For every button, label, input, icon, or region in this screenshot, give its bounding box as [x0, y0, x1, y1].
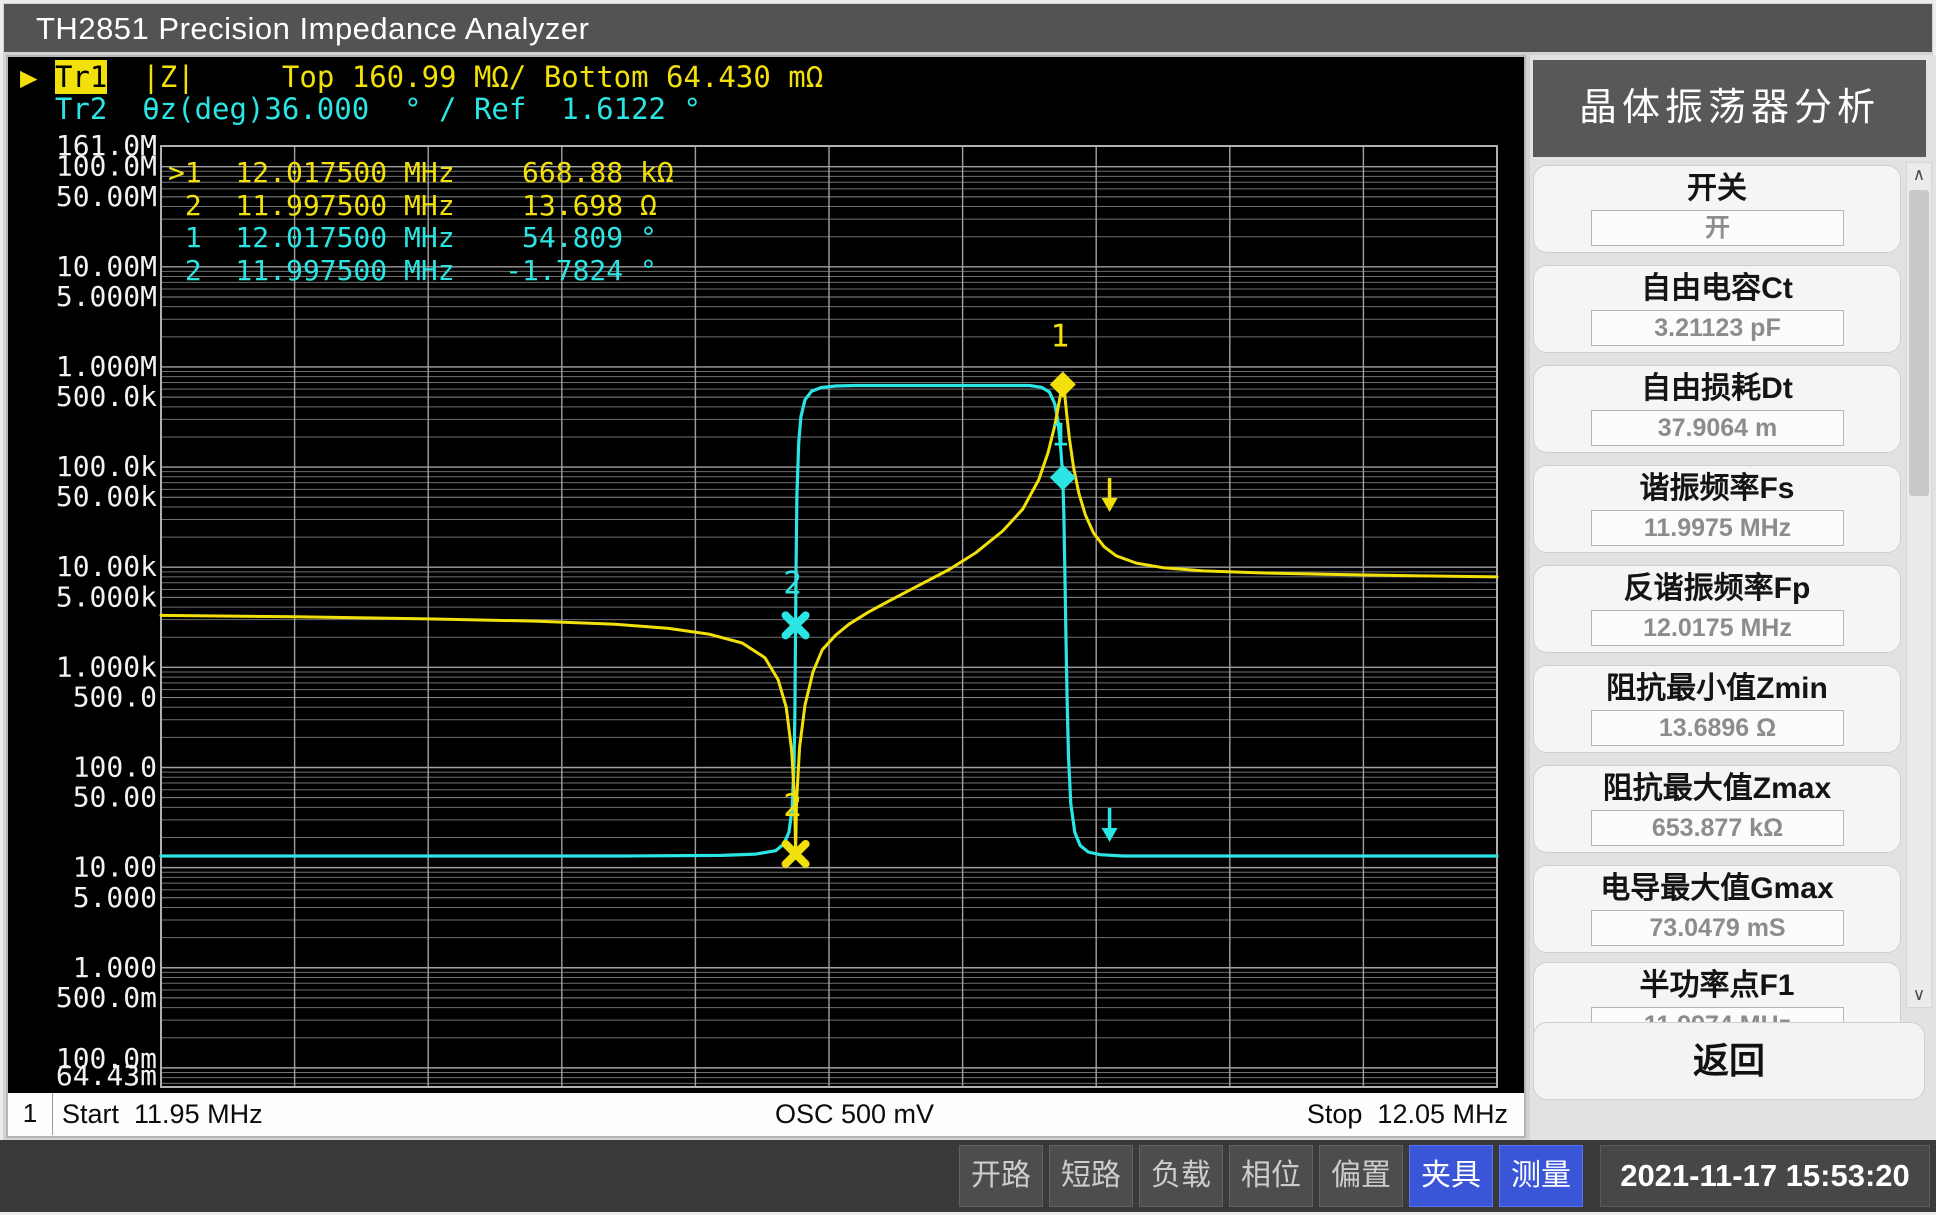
menu-card-label: 谐振频率Fs [1534, 469, 1900, 509]
menu-card-switch[interactable]: 开关开 [1533, 165, 1901, 253]
y-axis-tick-label: 100.0 [73, 750, 157, 783]
y-axis-tick-label: 1.000M [56, 350, 157, 383]
menu-card-value: 3.21123 pF [1591, 310, 1844, 346]
menu-card-conductance-max-gmax[interactable]: 电导最大值Gmax73.0479 mS [1533, 865, 1901, 953]
trace1-scale-text: |Z| Top 160.99 MΩ/ Bottom 64.430 mΩ [107, 60, 823, 94]
marker-readout: >1 12.017500 MHz 668.88 kΩ 2 11.997500 M… [168, 157, 674, 287]
marker-number-label: 2 [783, 788, 802, 824]
menu-card-label: 半功率点F1 [1534, 966, 1900, 1006]
y-axis-tick-label: 500.0m [56, 981, 157, 1014]
marker-search-arrow-icon [1102, 808, 1118, 842]
back-button[interactable]: 返回 [1533, 1022, 1925, 1100]
y-axis-tick-label: 500.0k [56, 380, 157, 413]
y-axis-tick-label: 50.00 [73, 781, 157, 814]
scroll-down-icon[interactable]: ∨ [1907, 983, 1931, 1007]
menu-card-value: 12.0175 MHz [1591, 610, 1844, 646]
channel-indicator: 1 [8, 1093, 53, 1135]
y-axis-tick-label: 10.00k [56, 550, 157, 583]
menu-card-free-capacitance-ct[interactable]: 自由电容Ct3.21123 pF [1533, 265, 1901, 353]
y-axis-tick-label: 5.000 [73, 881, 157, 914]
marker-1-tr1[interactable]: 1 [1050, 318, 1076, 397]
toolbar-button-bias[interactable]: 偏置 [1319, 1145, 1403, 1207]
menu-card-value: 73.0479 mS [1591, 910, 1844, 946]
toolbar-button-load[interactable]: 负载 [1139, 1145, 1223, 1207]
menu-card-value: 开 [1591, 210, 1844, 246]
active-trace-arrow-icon: ▶ [20, 60, 37, 94]
trace2-scale-text: Tr2 θz(deg)36.000 ° / Ref 1.6122 ° [20, 92, 701, 126]
menu-card-label: 阻抗最大值Zmax [1534, 769, 1900, 809]
y-axis-tick-label: 50.00k [56, 480, 157, 513]
menu-card-value: 11.9975 MHz [1591, 510, 1844, 546]
bottom-toolbar: 开路短路负载相位偏置夹具测量 2021-11-17 15:53:20 [0, 1140, 1936, 1212]
window-title: TH2851 Precision Impedance Analyzer [36, 11, 589, 47]
marker-readout-row: 1 12.017500 MHz 54.809 ° [168, 222, 674, 255]
menu-card-label: 自由电容Ct [1534, 269, 1900, 309]
trace1-header[interactable]: ▶ Tr1 |Z| Top 160.99 MΩ/ Bottom 64.430 m… [20, 62, 823, 93]
osc-level-field[interactable]: OSC 500 mV [775, 1093, 934, 1135]
menu-card-label: 自由损耗Dt [1534, 369, 1900, 409]
scrollbar-thumb[interactable] [1909, 190, 1929, 496]
menu-card-label: 反谐振频率Fp [1534, 569, 1900, 609]
y-axis-tick-label: 64.43m [56, 1059, 157, 1092]
menu-card-value: 13.6896 Ω [1591, 710, 1844, 746]
marker-2-tr2[interactable]: 2 [783, 565, 805, 635]
y-axis-tick-label: 100.0M [56, 150, 157, 183]
y-axis-tick-label: 1.000k [56, 650, 157, 683]
menu-card-impedance-max-zmax[interactable]: 阻抗最大值Zmax653.877 kΩ [1533, 765, 1901, 853]
side-panel: 晶体振荡器分析 开关开自由电容Ct3.21123 pF 自由损耗Dt37.9064… [1530, 55, 1936, 1140]
menu-card-value: 653.877 kΩ [1591, 810, 1844, 846]
y-axis-tick-label: 5.000M [56, 280, 157, 313]
toolbar-button-short[interactable]: 短路 [1049, 1145, 1133, 1207]
menu-card-label: 开关 [1534, 169, 1900, 209]
panel-title: 晶体振荡器分析 [1533, 60, 1926, 157]
marker-readout-row: 2 11.997500 MHz 13.698 Ω [168, 190, 674, 223]
trace1-label: Tr1 [55, 60, 107, 94]
start-frequency-field[interactable]: Start 11.95 MHz [62, 1093, 263, 1135]
menu-card-value: 37.9064 m [1591, 410, 1844, 446]
scroll-up-icon[interactable]: ∧ [1907, 163, 1931, 187]
y-axis-tick-label: 100.0k [56, 450, 157, 483]
marker-number-label: 1 [1050, 417, 1069, 453]
menu-card-antiresonant-freq-fp[interactable]: 反谐振频率Fp12.0175 MHz [1533, 565, 1901, 653]
y-axis-tick-label: 500.0 [73, 681, 157, 714]
toolbar-button-open[interactable]: 开路 [959, 1145, 1043, 1207]
menu-card-resonant-freq-fs[interactable]: 谐振频率Fs11.9975 MHz [1533, 465, 1901, 553]
marker-readout-row: >1 12.017500 MHz 668.88 kΩ [168, 157, 674, 190]
analyzer-screen: 161.0M100.0M50.00M10.00M5.000M1.000M500.… [6, 55, 1526, 1138]
datetime-display: 2021-11-17 15:53:20 [1600, 1145, 1930, 1207]
trace2-header[interactable]: Tr2 θz(deg)36.000 ° / Ref 1.6122 ° [20, 94, 701, 125]
menu-card-impedance-min-zmin[interactable]: 阻抗最小值Zmin13.6896 Ω [1533, 665, 1901, 753]
stop-frequency-field[interactable]: Stop 12.05 MHz [1307, 1093, 1508, 1135]
toolbar-button-fixture[interactable]: 夹具 [1409, 1145, 1493, 1207]
marker-number-label: 2 [783, 565, 802, 601]
menu-card-label: 电导最大值Gmax [1534, 869, 1900, 909]
menu-card-free-loss-dt[interactable]: 自由损耗Dt37.9064 m [1533, 365, 1901, 453]
y-axis-tick-label: 50.00M [56, 180, 157, 213]
title-bar: TH2851 Precision Impedance Analyzer [4, 4, 1932, 52]
instrument-window: TH2851 Precision Impedance Analyzer 161.… [0, 0, 1936, 1215]
menu-card-label: 阻抗最小值Zmin [1534, 669, 1900, 709]
y-axis-tick-label: 1.000 [73, 951, 157, 984]
toolbar-button-measure[interactable]: 测量 [1499, 1145, 1583, 1207]
y-axis-tick-label: 10.00 [73, 851, 157, 884]
panel-scrollbar: ∧ ∨ [1906, 162, 1932, 1008]
y-axis-tick-label: 10.00M [56, 250, 157, 283]
toolbar-button-phase[interactable]: 相位 [1229, 1145, 1313, 1207]
marker-number-label: 1 [1050, 318, 1069, 354]
status-bar: 1 Start 11.95 MHz OSC 500 mV Stop 12.05 … [8, 1093, 1524, 1136]
y-axis-tick-label: 5.000k [56, 580, 157, 613]
marker-readout-row: 2 11.997500 MHz -1.7824 ° [168, 255, 674, 288]
